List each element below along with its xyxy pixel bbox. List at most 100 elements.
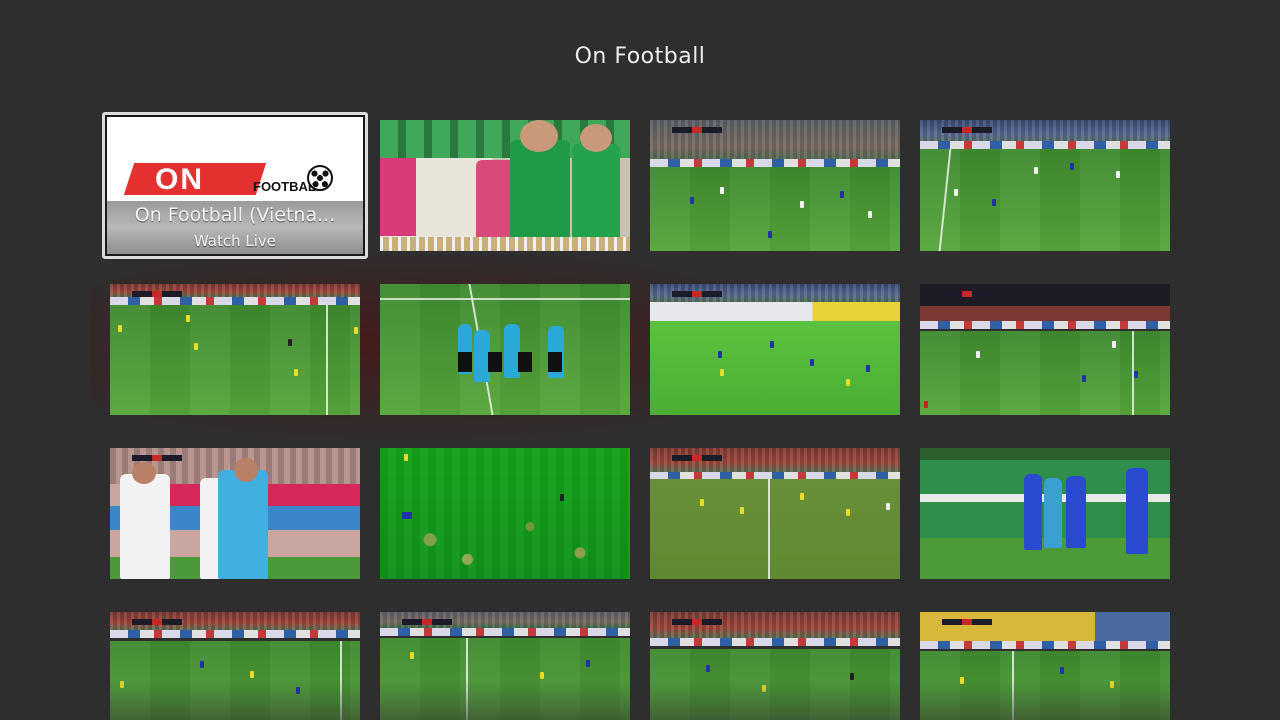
video-thumbnail-15[interactable] xyxy=(650,612,900,720)
ad-boards xyxy=(920,320,1170,329)
player-dot xyxy=(800,493,804,501)
player-dot xyxy=(1112,341,1116,349)
player-dot xyxy=(850,672,854,680)
page-title: On Football xyxy=(574,44,706,69)
player-dot xyxy=(846,378,850,386)
player-dot xyxy=(992,198,996,206)
video-thumbnail-6[interactable] xyxy=(380,284,630,415)
thumbnail-image xyxy=(380,448,630,579)
pitch-line xyxy=(1012,651,1014,720)
pitch xyxy=(920,148,1170,251)
player-dot xyxy=(288,338,292,346)
video-thumbnail-9[interactable] xyxy=(110,448,360,579)
ad-boards xyxy=(110,297,360,305)
player-dot xyxy=(410,652,414,660)
referee-figure xyxy=(1044,478,1062,548)
stadium-stands xyxy=(920,284,1170,321)
referee-shorts xyxy=(458,352,566,372)
pitch xyxy=(920,651,1170,720)
player-dot xyxy=(402,512,412,519)
pitch xyxy=(650,648,900,720)
player-dot xyxy=(540,672,544,680)
player-figure xyxy=(1126,468,1148,554)
ad-boards xyxy=(920,140,1170,149)
player-dot xyxy=(1082,375,1086,383)
ad-boards xyxy=(650,471,900,480)
watch-live-label: Watch Live xyxy=(193,232,277,250)
stadium-stands xyxy=(920,448,1170,460)
player-dot xyxy=(960,677,964,685)
pitch xyxy=(380,638,630,720)
scoreboard-overlay xyxy=(132,619,182,625)
player-dot xyxy=(762,684,766,692)
pitch-line xyxy=(340,640,342,720)
player-dot xyxy=(840,191,844,199)
player-dot xyxy=(294,368,298,376)
player-dot xyxy=(1110,681,1114,689)
player-dot xyxy=(954,188,958,196)
pitch xyxy=(650,320,900,415)
stadium-stands xyxy=(920,612,1170,641)
video-thumbnail-12[interactable] xyxy=(920,448,1170,579)
scoreboard-overlay xyxy=(672,127,722,133)
player-dot xyxy=(768,231,772,239)
pitch-line xyxy=(938,148,952,251)
ad-boards xyxy=(110,630,360,639)
pitch-line xyxy=(380,298,630,300)
channel-title: On Football (Vietna... xyxy=(134,204,336,226)
player-figure xyxy=(572,144,620,251)
pitch-line xyxy=(326,304,328,415)
player-dot xyxy=(1060,667,1064,675)
player-dot xyxy=(924,401,928,409)
player-figure xyxy=(1024,474,1042,550)
ad-banner xyxy=(380,158,416,236)
scoreboard-overlay xyxy=(672,619,722,625)
scoreboard-overlay xyxy=(132,455,182,461)
pitch xyxy=(920,331,1170,415)
player-dot xyxy=(194,342,198,350)
ad-boards xyxy=(650,302,900,321)
thumbnail-image xyxy=(650,612,900,720)
video-thumbnail-14[interactable] xyxy=(380,612,630,720)
video-grid: ON FOOTBALL On Football (Vietna... Watch… xyxy=(102,112,1170,720)
player-head xyxy=(520,120,558,152)
video-thumbnail-2[interactable] xyxy=(380,120,630,251)
thumbnail-image xyxy=(920,284,1170,415)
pitch-line xyxy=(466,638,468,720)
player-head xyxy=(132,462,156,484)
video-thumbnail-11[interactable] xyxy=(650,448,900,579)
channel-tile-selected[interactable]: ON FOOTBALL On Football (Vietna... Watch… xyxy=(102,112,368,259)
pitch xyxy=(650,167,900,251)
thumbnail-image xyxy=(920,120,1170,251)
player-dot xyxy=(810,358,814,366)
thumbnail-image xyxy=(920,448,1170,579)
player-head xyxy=(234,458,258,482)
video-thumbnail-8[interactable] xyxy=(920,284,1170,415)
video-thumbnail-3[interactable] xyxy=(650,120,900,251)
player-dot xyxy=(720,187,724,195)
thumbnail-image xyxy=(110,284,360,415)
video-thumbnail-16[interactable] xyxy=(920,612,1170,720)
player-dot xyxy=(200,660,204,668)
video-thumbnail-10[interactable] xyxy=(380,448,630,579)
player-dot xyxy=(1070,162,1074,170)
video-thumbnail-4[interactable] xyxy=(920,120,1170,251)
player-head xyxy=(580,124,612,152)
player-figure xyxy=(218,470,268,579)
player-dot xyxy=(1116,170,1120,178)
player-dot xyxy=(800,201,804,209)
pitch xyxy=(650,479,900,579)
fence xyxy=(380,237,630,251)
video-thumbnail-5[interactable] xyxy=(110,284,360,415)
player-dot xyxy=(186,314,190,322)
video-thumbnail-13[interactable] xyxy=(110,612,360,720)
player-dot xyxy=(560,494,564,501)
video-thumbnail-7[interactable] xyxy=(650,284,900,415)
pitch xyxy=(110,304,360,415)
player-dot xyxy=(120,680,124,688)
soccer-ball-icon xyxy=(307,165,333,191)
ad-boards xyxy=(650,159,900,168)
player-dot xyxy=(700,499,704,507)
scoreboard-overlay xyxy=(942,619,992,625)
pitch xyxy=(110,640,360,720)
